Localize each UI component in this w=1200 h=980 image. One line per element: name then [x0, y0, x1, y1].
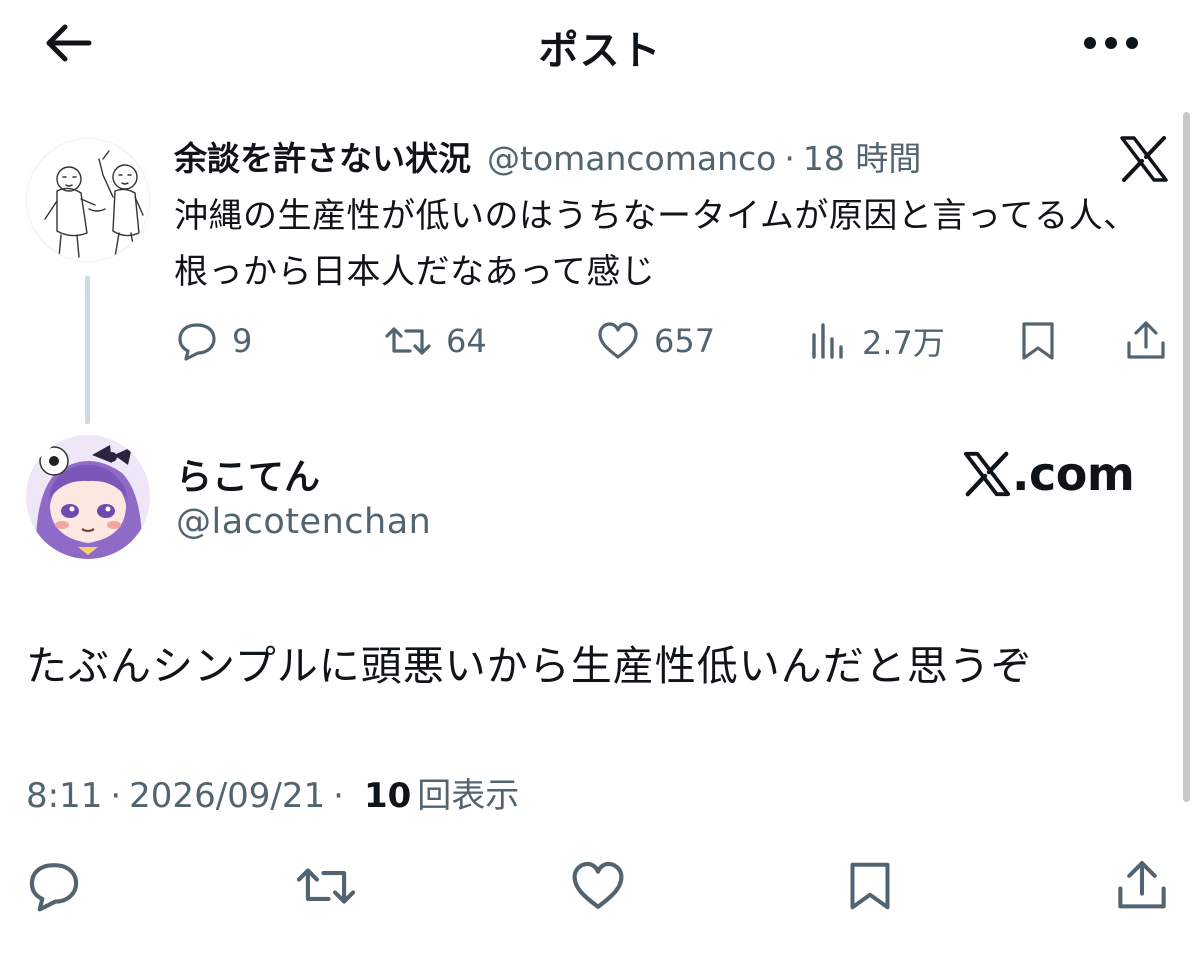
main-author-name[interactable]: らこてん [176, 448, 320, 500]
separator-dot: · [110, 776, 122, 816]
post-action-bar [0, 854, 1200, 918]
more-button[interactable] [1080, 18, 1142, 68]
post-metadata: 8:11 · 2026/09/21 · 10 回表示 [26, 768, 519, 817]
watermark-domain: .com [1012, 447, 1135, 501]
analytics-icon [812, 323, 843, 359]
post-views-count[interactable]: 10 [364, 776, 411, 816]
quoted-views-button[interactable]: 2.7万 [808, 316, 945, 366]
heart-icon [598, 322, 638, 359]
quoted-reply-button[interactable]: 9 [176, 316, 252, 366]
x-logo-icon [963, 451, 1011, 497]
quoted-post-header: 余談を許さない状況 @tomancomanco · 18 時間 [174, 132, 921, 180]
main-author-avatar[interactable] [26, 435, 150, 559]
bookmark-icon [1022, 322, 1054, 360]
scrollbar[interactable] [1183, 112, 1190, 802]
more-horizontal-icon [1084, 37, 1138, 49]
quoted-author-avatar[interactable] [26, 138, 150, 262]
main-post-text: たぶんシンプルに頭悪いから生産性低いんだと思うぞ [26, 642, 1033, 690]
like-button[interactable] [566, 854, 630, 918]
like-count: 657 [654, 322, 716, 360]
quoted-author-name[interactable]: 余談を許さない状況 [174, 132, 471, 180]
x-logo-icon [1120, 136, 1168, 182]
quoted-like-button[interactable]: 657 [596, 316, 715, 366]
anime-avatar-image [26, 435, 150, 559]
reply-icon [29, 863, 79, 912]
share-icon [1118, 861, 1166, 909]
top-bar: ポスト [0, 0, 1200, 90]
separator-dot: · [333, 776, 344, 816]
sketch-avatar-image [44, 150, 144, 258]
reply-count: 9 [232, 322, 253, 360]
heart-icon [572, 861, 624, 909]
quoted-post-text: 沖縄の生産性が低いのはうちなータイムが原因と言ってる人、根っから日本人だなあって… [174, 196, 1138, 292]
views-count: 2.7万 [862, 324, 945, 362]
quoted-repost-button[interactable]: 64 [384, 316, 487, 366]
quoted-bookmark-button[interactable] [1018, 316, 1058, 366]
separator-dot: · [784, 139, 795, 178]
repost-count: 64 [446, 322, 487, 360]
post-date[interactable]: 2026/09/21 [129, 776, 325, 816]
share-icon [1127, 321, 1165, 359]
bookmark-button[interactable] [838, 854, 902, 918]
quoted-author-handle[interactable]: @tomancomanco [487, 139, 776, 178]
post-views-label: 回表示 [417, 776, 520, 816]
main-author-handle[interactable]: @lacotenchan [176, 502, 431, 542]
quoted-post-actions: 9 64 657 2.7万 [0, 316, 1200, 366]
share-button[interactable] [1110, 854, 1174, 918]
post-time[interactable]: 8:11 [26, 776, 102, 816]
repost-icon [385, 327, 431, 355]
reply-icon [178, 323, 216, 361]
x-com-watermark: .com [962, 446, 1135, 502]
page-title: ポスト [538, 28, 662, 74]
quoted-share-button[interactable] [1124, 316, 1168, 366]
reply-button[interactable] [22, 854, 86, 918]
repost-button[interactable] [294, 854, 358, 918]
bookmark-icon [850, 862, 890, 910]
quoted-post-time[interactable]: 18 時間 [803, 132, 921, 180]
repost-icon [296, 868, 356, 904]
